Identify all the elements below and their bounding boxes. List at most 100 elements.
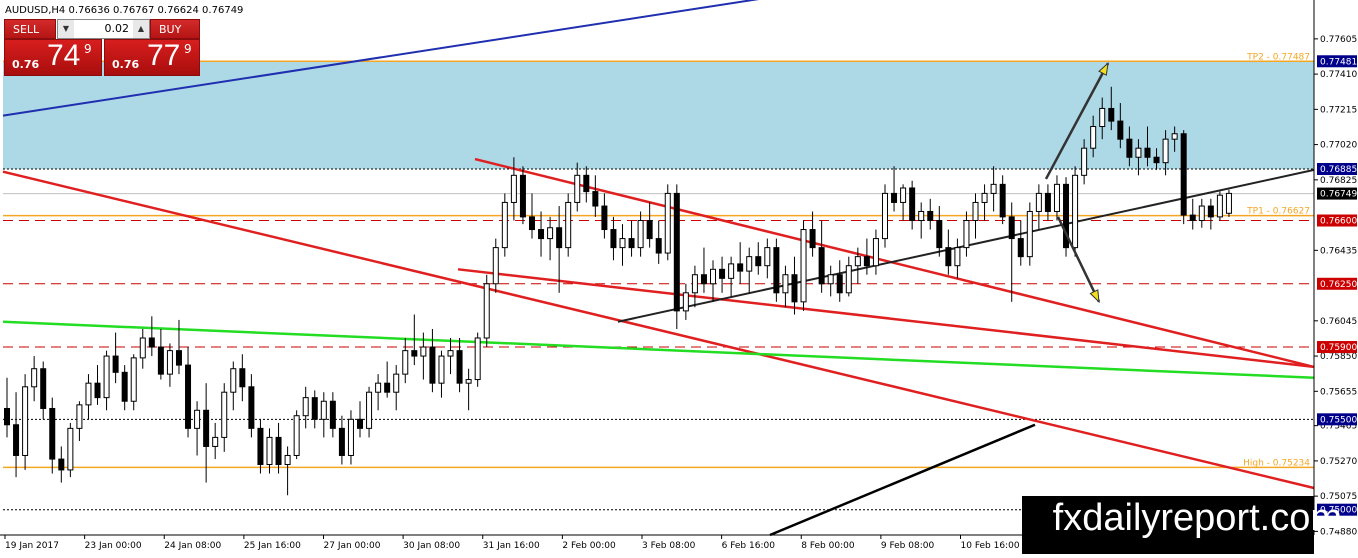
candle-body	[854, 256, 861, 267]
candle	[67, 422, 74, 478]
candle-body	[112, 355, 119, 373]
candle-body	[230, 368, 237, 393]
candle-body	[999, 183, 1006, 218]
candle-body	[863, 256, 870, 267]
candle-body	[528, 216, 535, 231]
x-tick-label: 30 Jan 08:00	[403, 541, 460, 551]
candle-body	[556, 227, 563, 249]
candle	[773, 238, 780, 302]
x-tick-label: 23 Jan 00:00	[85, 541, 142, 551]
candle-body	[881, 192, 888, 240]
x-tick-label: 10 Feb 16:00	[961, 541, 1020, 551]
candle-body	[601, 205, 608, 231]
lot-size-value[interactable]: 0.02	[105, 20, 130, 38]
price-chart[interactable]: TP2 - 0.77487 TP1 - 0.76627 High - 0.75234…	[0, 0, 1358, 554]
sell-button[interactable]: SELL	[4, 19, 56, 39]
sell-price-box[interactable]: 0.76 74 9	[4, 39, 102, 76]
y-tick-label: 0.77020	[1320, 141, 1357, 151]
candle-body	[519, 174, 526, 218]
candle-body	[710, 268, 717, 285]
y-tick-label: 0.75850	[1320, 352, 1357, 362]
candle-body	[1135, 147, 1142, 158]
candle-body	[49, 407, 56, 460]
candle-body	[1017, 238, 1024, 258]
candle-body	[157, 346, 164, 375]
x-tick-label: 25 Jan 16:00	[244, 541, 301, 551]
candle-body	[1216, 194, 1223, 218]
x-tick-label: 8 Feb 00:00	[801, 541, 855, 551]
lot-size-field[interactable]: ▼ 0.02 ▲	[57, 19, 150, 39]
candle-body	[746, 256, 753, 272]
sell-price-big: 74	[47, 39, 81, 72]
candle-body	[1153, 156, 1160, 164]
candle-body	[619, 238, 626, 249]
candle-body	[1090, 126, 1097, 149]
candle-body	[166, 350, 173, 375]
x-tick-label: 24 Jan 08:00	[164, 541, 221, 551]
candle-body	[610, 229, 617, 249]
candle-body	[58, 458, 65, 471]
candle-body	[67, 427, 74, 471]
level-label: High - 0.75234	[1243, 458, 1310, 468]
candle-body	[357, 418, 364, 429]
candle-body	[872, 238, 879, 267]
buy-button[interactable]: BUY	[150, 19, 200, 39]
candle	[293, 410, 300, 460]
price-tag-label: 0.76749	[1320, 190, 1357, 200]
buy-price-box[interactable]: 0.76 77 9	[104, 39, 200, 76]
candle-body	[1099, 107, 1106, 128]
candle-body	[329, 400, 336, 429]
level-label: TP2 - 0.77487	[1246, 52, 1310, 62]
candle-body	[1117, 120, 1124, 140]
candle-body	[592, 191, 599, 207]
symbol-header: AUDUSD,H4 0.76636 0.76767 0.76624 0.7674…	[5, 5, 243, 16]
y-tick-label: 0.77605	[1320, 35, 1357, 45]
buy-price-small: 0.76	[112, 58, 140, 71]
buy-price-pip: 9	[184, 42, 192, 56]
x-tick-label: 9 Feb 08:00	[881, 541, 935, 551]
candle-body	[936, 220, 943, 249]
candle-body	[266, 436, 273, 466]
candle	[1225, 189, 1232, 217]
candle-body	[800, 229, 807, 303]
target-zone	[3, 61, 1314, 169]
triangle-down-icon[interactable]: ▼	[58, 20, 74, 38]
candle	[1216, 191, 1223, 221]
candle	[501, 193, 508, 257]
candle-body	[420, 346, 427, 357]
candle-body	[1189, 214, 1196, 222]
candle-body	[773, 247, 780, 294]
candle	[1063, 177, 1070, 257]
candle	[474, 332, 481, 387]
candle-body	[900, 187, 907, 203]
sell-price-small: 0.76	[12, 58, 40, 71]
candle-body	[1162, 138, 1169, 164]
candle-body	[1026, 210, 1033, 258]
candle-body	[483, 283, 490, 339]
candle-body	[221, 391, 228, 438]
x-tick-label: 3 Feb 08:00	[642, 541, 696, 551]
candle-body	[76, 404, 83, 429]
candle	[519, 166, 526, 225]
candle-body	[1044, 192, 1051, 212]
candle-body	[139, 337, 146, 359]
y-tick-label: 0.76045	[1320, 317, 1357, 327]
candle-body	[284, 454, 291, 466]
candle-body	[94, 382, 101, 399]
candle-body	[574, 174, 581, 203]
candle-body	[311, 397, 318, 420]
candle	[1026, 202, 1033, 266]
price-tag-label: 0.75500	[1320, 415, 1357, 425]
price-tag-label: 0.76600	[1320, 217, 1357, 227]
candle-body	[338, 427, 345, 456]
y-tick-label: 0.75270	[1320, 457, 1357, 467]
candle-body	[1126, 138, 1133, 158]
triangle-up-icon[interactable]: ▲	[133, 20, 149, 38]
candle-body	[130, 357, 137, 402]
price-tag-label: 0.75900	[1320, 343, 1357, 353]
candle-body	[809, 229, 816, 249]
candle-body	[583, 174, 590, 193]
sell-price-pip: 9	[84, 42, 92, 56]
candle-body	[510, 174, 517, 203]
candle-body	[909, 187, 916, 222]
